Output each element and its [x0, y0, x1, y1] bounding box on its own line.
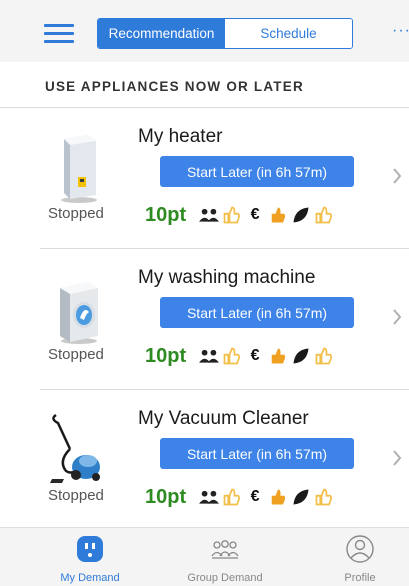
appliance-name: My heater — [138, 126, 223, 147]
hamburger-menu-icon[interactable] — [44, 24, 74, 44]
appliance-name: My washing machine — [138, 267, 316, 288]
appliance-status: Stopped — [48, 487, 104, 504]
appliance-status: Stopped — [48, 205, 104, 222]
heater-icon — [61, 135, 97, 203]
appliance-status: Stopped — [48, 346, 104, 363]
leaf-icon — [293, 207, 309, 223]
divider — [40, 389, 409, 390]
thumbs-up-icon — [271, 489, 286, 505]
thumbs-up-outline-icon — [223, 347, 241, 365]
vacuum-cleaner-icon — [50, 413, 100, 483]
outlet-icon — [77, 536, 103, 562]
nav-group-demand[interactable]: Group Demand — [160, 528, 290, 586]
chevron-right-icon[interactable] — [392, 308, 402, 326]
section-header: USE APPLIANCES NOW OR LATER — [0, 62, 409, 108]
thumbs-up-outline-icon — [315, 347, 333, 365]
appliance-metrics: 10pt € — [145, 484, 336, 510]
view-segmented-control: Recommendation Schedule — [97, 18, 353, 49]
appliance-card-washing-machine[interactable]: Stopped My washing machine Start Later (… — [0, 250, 409, 390]
profile-icon — [346, 535, 374, 563]
leaf-icon — [293, 348, 309, 364]
nav-my-demand[interactable]: My Demand — [25, 528, 155, 586]
people-icon — [199, 208, 220, 222]
appliance-card-vacuum-cleaner[interactable]: Stopped My Vacuum Cleaner Start Later (i… — [0, 391, 409, 531]
top-bar: Recommendation Schedule ··· — [0, 0, 409, 62]
nav-label: Profile — [344, 572, 376, 584]
thumbs-up-outline-icon — [223, 488, 241, 506]
chevron-right-icon[interactable] — [392, 449, 402, 467]
start-later-button[interactable]: Start Later (in 6h 57m) — [160, 156, 354, 187]
appliance-metrics: 10pt € — [145, 202, 336, 228]
appliance-card-heater[interactable]: Stopped My heater Start Later (in 6h 57m… — [0, 109, 409, 249]
thumbs-up-icon — [271, 207, 286, 223]
thumbs-up-outline-icon — [315, 488, 333, 506]
tab-schedule[interactable]: Schedule — [225, 19, 352, 48]
euro-icon: € — [250, 488, 260, 505]
euro-icon: € — [250, 347, 260, 364]
points-value: 10pt — [145, 344, 187, 367]
thumbs-up-outline-icon — [223, 206, 241, 224]
people-icon — [199, 349, 220, 363]
more-options-icon[interactable]: ··· — [392, 22, 409, 40]
group-icon — [211, 540, 239, 559]
start-later-button[interactable]: Start Later (in 6h 57m) — [160, 438, 354, 469]
section-title: USE APPLIANCES NOW OR LATER — [45, 79, 304, 94]
appliance-name: My Vacuum Cleaner — [138, 408, 309, 429]
nav-profile[interactable]: Profile — [295, 528, 409, 586]
people-icon — [199, 490, 220, 504]
leaf-icon — [293, 489, 309, 505]
appliance-metrics: 10pt € — [145, 343, 336, 369]
points-value: 10pt — [145, 203, 187, 226]
euro-icon: € — [250, 206, 260, 223]
tab-recommendation[interactable]: Recommendation — [98, 19, 225, 48]
washing-machine-icon — [60, 282, 98, 344]
nav-label: My Demand — [60, 572, 120, 584]
chevron-right-icon[interactable] — [392, 167, 402, 185]
nav-label: Group Demand — [187, 572, 263, 584]
bottom-nav: My Demand Group Demand Profile — [0, 527, 409, 586]
divider — [40, 248, 409, 249]
thumbs-up-outline-icon — [315, 206, 333, 224]
thumbs-up-icon — [271, 348, 286, 364]
start-later-button[interactable]: Start Later (in 6h 57m) — [160, 297, 354, 328]
points-value: 10pt — [145, 485, 187, 508]
